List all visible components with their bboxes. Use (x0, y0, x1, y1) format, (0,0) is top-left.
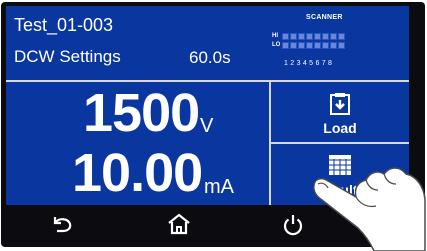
scanner-hi-cell (338, 33, 345, 40)
voltage-value: 1500 (83, 83, 200, 143)
scanner-hi-cell (290, 33, 297, 40)
current-value: 10.00 (72, 143, 203, 203)
scanner-hi-cell (298, 33, 305, 40)
load-label: Load (323, 120, 357, 136)
test-name: Test_01-003 (14, 15, 114, 35)
scanner-hi-cell (306, 33, 313, 40)
scanner-hi-label: HI (272, 33, 278, 39)
results-grid-icon (328, 154, 352, 181)
scanner-lo-cell (290, 42, 297, 49)
scanner-channel-numbers: 12345678 (284, 60, 335, 67)
scanner-title: SCANNER (306, 14, 343, 21)
mode-title: DCW Settings (14, 47, 121, 66)
scanner-lo-cell (322, 42, 329, 49)
results-label: Results (314, 182, 366, 198)
scanner-hi-row (282, 33, 345, 40)
scanner-hi-cell (314, 33, 321, 40)
load-icon (329, 92, 351, 121)
scanner-hi-cell (322, 33, 329, 40)
back-arrow-icon (53, 217, 72, 233)
scanner-lo-cell (298, 42, 305, 49)
scanner-lo-cell (330, 42, 337, 49)
load-button[interactable]: Load (271, 82, 409, 142)
scanner-hi-cell (330, 33, 337, 40)
scanner-hi-cell (282, 33, 289, 40)
touch-screen: Test_01-003 DCW Settings 60.0s SCANNER H… (6, 6, 409, 205)
scanner-lo-cell (338, 42, 345, 49)
power-icon (283, 215, 303, 236)
nav-bar (6, 206, 409, 242)
scanner-lo-row (282, 42, 345, 49)
back-button[interactable] (50, 212, 76, 236)
scanner-lo-cell (314, 42, 321, 49)
scanner-indicator: SCANNER HI LO 12345678 (272, 14, 406, 72)
home-icon (168, 213, 190, 235)
home-button[interactable] (166, 212, 192, 236)
results-button[interactable]: Results (271, 144, 409, 205)
scanner-lo-label: LO (272, 42, 281, 48)
scanner-lo-cell (306, 42, 313, 49)
current-unit: mA (204, 176, 234, 198)
status-header: Test_01-003 DCW Settings 60.0s SCANNER H… (6, 6, 409, 81)
scanner-lo-cell (282, 42, 289, 49)
power-button[interactable] (280, 212, 306, 236)
voltage-unit: V (200, 115, 214, 137)
test-time: 60.0s (189, 48, 231, 67)
